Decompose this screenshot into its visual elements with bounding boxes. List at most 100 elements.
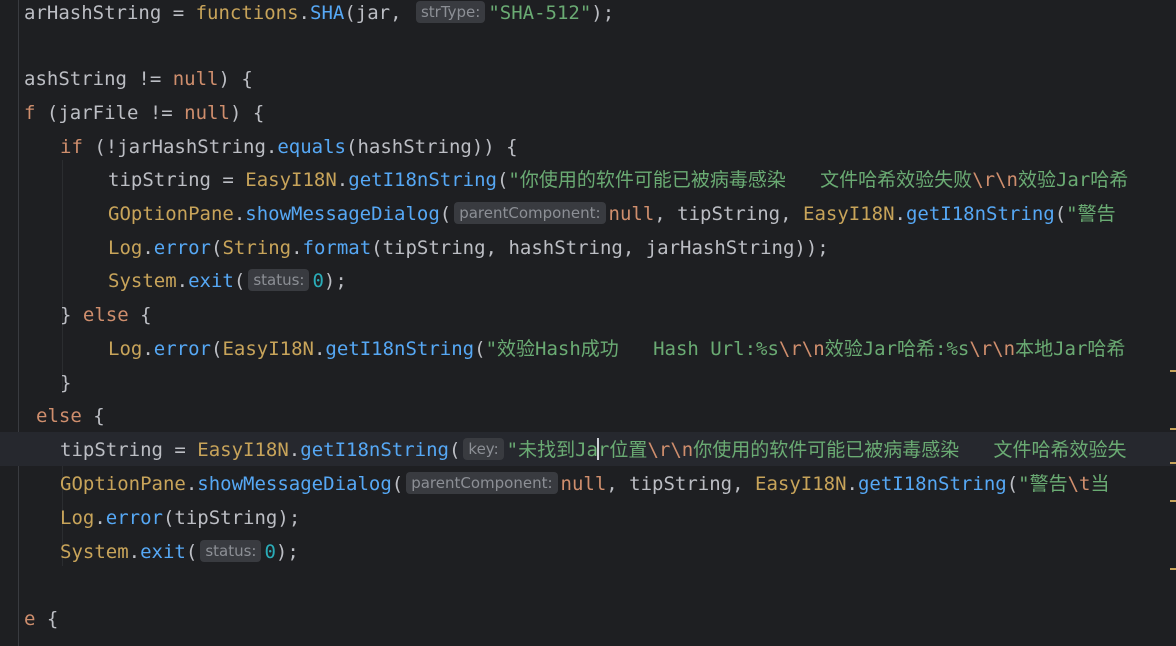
code-token: "警告 xyxy=(1018,473,1068,495)
code-token: . xyxy=(288,439,301,461)
code-line[interactable]: e { xyxy=(24,602,58,636)
code-token: ( xyxy=(496,169,509,191)
code-line[interactable]: GOptionPane.showMessageDialog(parentComp… xyxy=(60,467,1110,501)
code-token: error xyxy=(153,338,211,360)
scrollbar-warning-marker[interactable] xyxy=(1170,370,1176,372)
code-token: \t xyxy=(1067,473,1091,495)
code-token: functions xyxy=(195,2,299,24)
code-line[interactable]: tipString = EasyI18N.getI18nString("你使用的… xyxy=(108,163,1128,197)
code-token: } xyxy=(60,304,83,326)
code-line[interactable]: else { xyxy=(36,399,105,433)
parameter-hint: strType: xyxy=(415,1,486,23)
code-token: error xyxy=(105,507,163,529)
code-token: 效验Jar哈希:%s xyxy=(824,338,970,360)
code-token: System xyxy=(108,270,177,292)
code-token: error xyxy=(153,237,211,259)
code-token: String xyxy=(222,237,292,259)
parameter-hint: parentComponent: xyxy=(454,202,606,224)
code-line[interactable]: if (!jarHashString.equals(hashString)) { xyxy=(60,130,518,164)
code-token: ( xyxy=(233,270,246,292)
code-token: exit xyxy=(188,270,234,292)
code-token: . xyxy=(894,203,906,225)
scrollbar-warning-marker[interactable] xyxy=(1170,568,1176,570)
parameter-hint: status: xyxy=(200,540,262,562)
code-token: System xyxy=(60,541,129,563)
code-token: null xyxy=(172,68,219,90)
code-token: Log xyxy=(108,338,143,360)
code-token: (jar, xyxy=(344,2,413,24)
code-line[interactable]: } xyxy=(60,366,71,400)
code-line[interactable]: System.exit(status: 0); xyxy=(108,264,347,298)
code-line[interactable]: ashString != null) { xyxy=(24,62,253,96)
code-line[interactable]: Log.error(tipString); xyxy=(60,501,300,535)
code-token: 0 xyxy=(312,270,324,292)
code-token: "警告 xyxy=(1066,203,1116,225)
code-token: 当 xyxy=(1090,473,1110,495)
code-token: , tipString, xyxy=(606,473,756,495)
code-token: . xyxy=(176,270,189,292)
code-token: \r\n xyxy=(969,338,1016,360)
code-token: (hashString)) { xyxy=(346,136,518,158)
code-token: (!jarHashString. xyxy=(82,136,278,158)
code-token: ( xyxy=(210,338,223,360)
code-line[interactable]: f (jarFile != null) { xyxy=(24,96,264,130)
scrollbar-warning-marker[interactable] xyxy=(1170,428,1176,430)
code-token: equals xyxy=(277,136,346,158)
code-token: "效验Hash成功 Hash Url:%s xyxy=(485,338,779,360)
code-token: "未找到Ja xyxy=(506,439,598,461)
code-token: tipString = xyxy=(60,439,198,461)
code-token: { xyxy=(35,608,59,630)
code-token: getI18nString xyxy=(348,169,497,191)
code-token: showMessageDialog xyxy=(245,203,440,225)
code-token: if xyxy=(60,136,83,158)
code-line[interactable]: GOptionPane.showMessageDialog(parentComp… xyxy=(108,197,1116,231)
code-token: ); xyxy=(275,541,299,563)
code-line[interactable]: tipString = EasyI18N.getI18nString(key: "… xyxy=(60,433,1127,467)
code-token: else xyxy=(82,304,129,326)
code-token: \r\n xyxy=(778,338,825,360)
code-token: . xyxy=(291,237,303,259)
code-editor[interactable]: arHashString = functions.SHA(jar, strTyp… xyxy=(0,0,1176,646)
code-token: ( xyxy=(474,338,486,360)
code-token: ( xyxy=(210,237,223,259)
code-token: . xyxy=(142,338,154,360)
code-token: (tipString, hashString, jarHashString)); xyxy=(371,237,829,259)
code-token: r位置 xyxy=(597,439,648,461)
code-token: { xyxy=(81,405,105,427)
code-token: EasyI18N xyxy=(197,439,289,461)
code-token: getI18nString xyxy=(325,338,475,360)
code-token: . xyxy=(128,541,141,563)
code-token: showMessageDialog xyxy=(197,473,392,495)
code-token: ) { xyxy=(218,68,253,90)
code-token: null xyxy=(608,203,655,225)
code-line[interactable]: Log.error(String.format(tipString, hashS… xyxy=(108,231,829,265)
code-token: format xyxy=(302,237,372,259)
scrollbar-warning-marker[interactable] xyxy=(1170,462,1176,464)
code-token: getI18nString xyxy=(857,473,1007,495)
code-line[interactable]: } else { xyxy=(60,298,152,332)
code-token: ashString != xyxy=(24,68,173,90)
code-token: f xyxy=(24,102,36,124)
code-token: ( xyxy=(448,439,461,461)
code-token: ); xyxy=(591,2,615,24)
code-token: ( xyxy=(1006,473,1019,495)
code-token: . xyxy=(298,2,310,24)
code-token: . xyxy=(142,237,154,259)
gutter-border xyxy=(18,0,19,646)
code-token: ( xyxy=(185,541,198,563)
code-token: \r\n xyxy=(972,169,1018,191)
code-line[interactable]: Log.error(EasyI18N.getI18nString("效验Hash… xyxy=(108,332,1125,366)
code-token: SHA xyxy=(310,2,345,24)
code-token: 效验Jar哈希 xyxy=(1017,169,1129,191)
scrollbar-warning-marker[interactable] xyxy=(1170,500,1176,502)
code-token: e xyxy=(24,608,36,630)
code-token: \r\n xyxy=(647,439,694,461)
code-line[interactable]: System.exit(status: 0); xyxy=(60,535,299,569)
code-line[interactable]: arHashString = functions.SHA(jar, strTyp… xyxy=(24,0,614,30)
code-token: ( xyxy=(391,473,404,495)
code-token: tipString = xyxy=(108,169,246,191)
code-token: ) { xyxy=(229,102,265,124)
code-token: "SHA-512" xyxy=(488,2,592,24)
code-token: "你使用的软件可能已被病毒感染 文件哈希效验失败 xyxy=(508,169,973,191)
code-token: GOptionPane xyxy=(60,473,186,495)
